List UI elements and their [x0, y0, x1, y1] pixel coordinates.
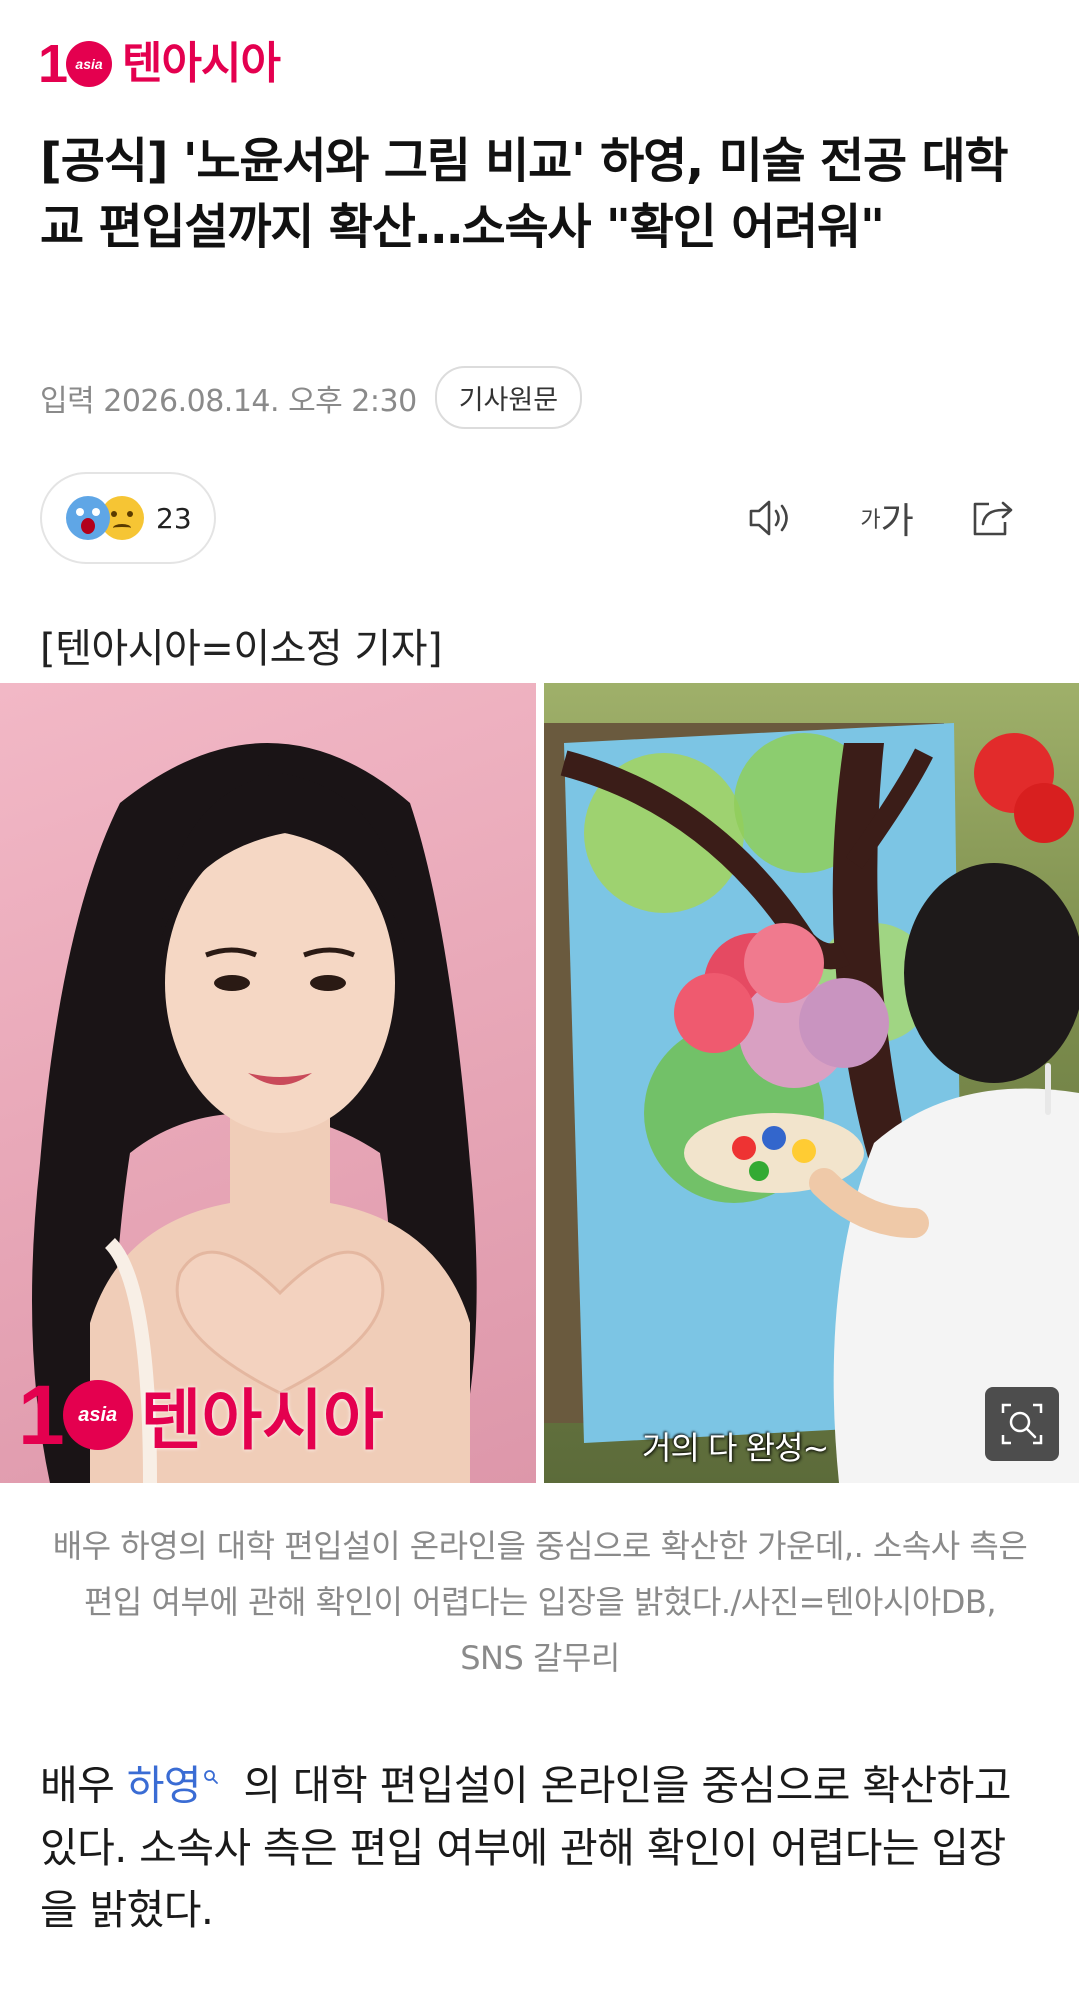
photo-subtitle: 거의 다 완성~	[642, 1429, 829, 1467]
image-scroll-indicator	[1045, 1063, 1051, 1115]
publish-date: 입력 2026.08.14. 오후 2:30	[40, 383, 417, 419]
original-article-button[interactable]: 기사원문	[434, 366, 583, 429]
watermark-logo: 1 asia 텐아시아	[18, 1368, 384, 1462]
person-link[interactable]: 하영	[127, 1762, 202, 1810]
logo-text: 텐아시아	[122, 38, 281, 89]
site-logo[interactable]: 1 asia 텐아시아	[38, 34, 281, 94]
reaction-count: 23	[156, 501, 192, 535]
zoom-search-icon	[1001, 1403, 1043, 1445]
logo-mark: 1 asia	[38, 34, 113, 94]
zoom-button[interactable]	[985, 1387, 1059, 1461]
share-icon[interactable]	[962, 490, 1022, 546]
logo-asia-badge: asia	[66, 41, 113, 87]
reaction-button[interactable]: 23	[40, 472, 216, 564]
painting-photo: 거의 다 완성~	[544, 683, 1079, 1483]
actress-photo: 1 asia 텐아시아	[0, 683, 536, 1483]
speaker-icon[interactable]	[740, 490, 800, 546]
painting-illustration	[544, 723, 1079, 1483]
actress-illustration	[32, 743, 477, 1483]
byline: [텐아시아=이소정 기자]	[40, 626, 443, 672]
logo-number: 1	[38, 34, 68, 94]
article-tools: 가가	[740, 490, 1040, 546]
article-headline: [공식] '노윤서와 그림 비교' 하영, 미술 전공 대학교 편입설까지 확산…	[40, 133, 1009, 255]
article-meta: 입력 2026.08.14. 오후 2:30 기사원문	[40, 366, 583, 429]
article-body: 배우 하영 의 대학 편입설이 온라인을 중심으로 확산하고 있다. 소속사 측…	[40, 1740, 1040, 1941]
shocked-emoji-icon	[66, 496, 110, 540]
article-photo[interactable]: 1 asia 텐아시아 거의 다 완성~	[0, 683, 1079, 1483]
photo-caption: 배우 하영의 대학 편입설이 온라인을 중심으로 확산한 가운데,. 소속사 측…	[52, 1527, 1028, 1677]
font-size-icon[interactable]: 가가	[852, 490, 922, 546]
search-icon[interactable]	[203, 1740, 219, 1802]
